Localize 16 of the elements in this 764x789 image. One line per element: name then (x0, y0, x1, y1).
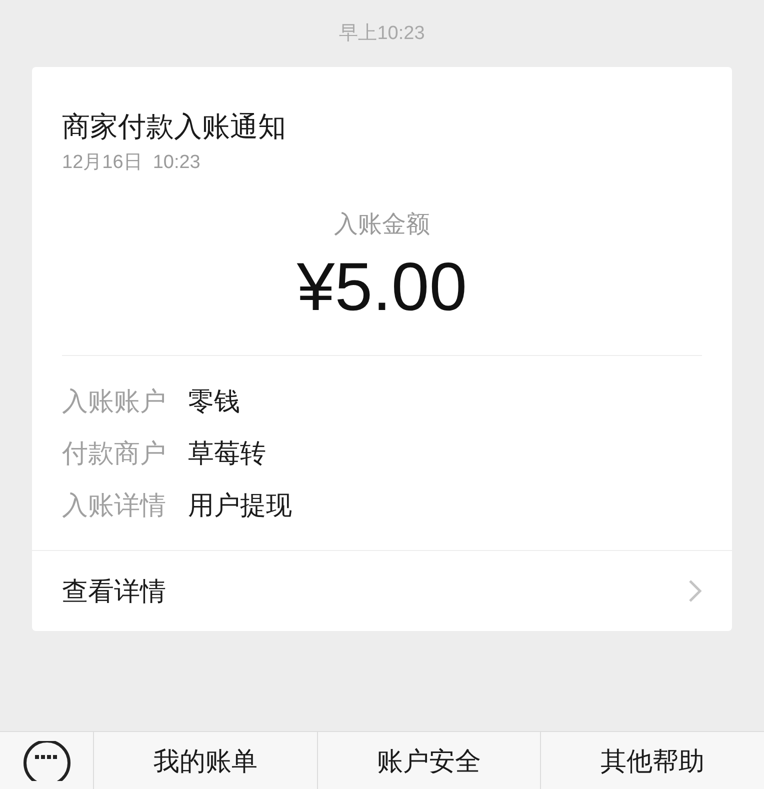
chevron-right-icon (688, 579, 702, 603)
menu-tab[interactable]: 我的账单 (153, 746, 258, 776)
card-title: 商家付款入账通知 (62, 110, 287, 144)
menu-tab[interactable]: 账户安全 (377, 746, 481, 776)
detail-value: 用户提现 (188, 489, 292, 522)
message-time: 早上10:23 (339, 22, 425, 46)
detail-value: 零钱 (188, 385, 240, 418)
detail-label: 入账详情 (62, 489, 166, 522)
detail-label: 付款商户 (62, 437, 166, 470)
view-details-link[interactable]: 查看详情 (32, 551, 732, 631)
amount-label: 入账金额 (334, 210, 430, 240)
menu-tab[interactable]: 其他帮助 (600, 746, 705, 776)
detail-label: 入账账户 (62, 385, 166, 418)
card-date: 12月16日 10:23 (62, 150, 202, 174)
detail-value: 草莓转 (188, 437, 266, 470)
amount-value: ¥5.00 (296, 248, 468, 327)
